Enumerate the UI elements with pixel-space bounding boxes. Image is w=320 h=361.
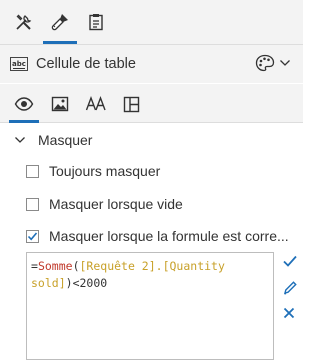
close-icon: [283, 307, 295, 319]
formula-line-1: =Somme([Requête 2].[Quantity: [31, 258, 269, 275]
paintbrush-icon: [51, 14, 68, 31]
edit-formula-button[interactable]: [282, 280, 298, 301]
formula-comparison: <2000: [72, 276, 108, 290]
eye-icon: [14, 97, 34, 111]
formula-reference: [Requête 2].[Quantity: [79, 259, 225, 273]
tools-icon: [16, 14, 32, 30]
option-label: Masquer lorsque vide: [49, 196, 183, 212]
checkmark-icon: [27, 231, 38, 240]
text-format-icon: [85, 96, 106, 111]
formula-equals: =: [31, 259, 38, 273]
always-hide-checkbox[interactable]: [26, 164, 39, 178]
pencil-icon: [284, 281, 297, 295]
layout-tab[interactable]: [116, 90, 146, 118]
formula-line-2: sold])<2000: [31, 275, 269, 292]
hide-section-header[interactable]: Masquer: [14, 129, 92, 151]
formula-editor[interactable]: =Somme([Requête 2].[Quantity sold])<2000: [26, 252, 274, 360]
option-hide-when-formula-true[interactable]: Masquer lorsque la formule est corre...: [26, 226, 289, 246]
option-label: Toujours masquer: [49, 163, 161, 179]
clipboard-icon: [89, 14, 103, 31]
option-always-hide[interactable]: Toujours masquer: [26, 161, 160, 181]
chevron-down-icon: [280, 60, 290, 66]
top-toolbar: [0, 0, 303, 45]
clear-formula-button[interactable]: [282, 306, 296, 325]
option-hide-when-empty[interactable]: Masquer lorsque vide: [26, 194, 183, 214]
palette-icon: [255, 54, 275, 72]
validate-formula-button[interactable]: [282, 254, 298, 273]
format-tab[interactable]: [43, 6, 77, 44]
formula-function: Somme: [37, 259, 73, 273]
hide-when-formula-checkbox[interactable]: [26, 229, 39, 243]
formula-reference-cont: sold]: [31, 276, 66, 290]
formula-open-paren: (: [72, 259, 80, 273]
cell-title: Cellule de table: [36, 56, 136, 72]
check-icon: [283, 255, 297, 267]
display-tab[interactable]: [9, 90, 39, 123]
format-sub-tabs: [0, 84, 303, 123]
data-tab[interactable]: [79, 6, 113, 38]
section-title: Masquer: [38, 132, 93, 148]
palette-dropdown[interactable]: [255, 54, 291, 72]
formula-close-paren: ): [65, 276, 73, 290]
background-tab[interactable]: [45, 90, 75, 118]
chevron-down-icon: [15, 137, 25, 143]
hide-when-empty-checkbox[interactable]: [26, 197, 39, 211]
text-format-tab[interactable]: [81, 90, 111, 118]
cell-header: abc Cellule de table: [0, 45, 303, 83]
image-icon: [51, 96, 69, 112]
table-cell-type-icon: abc: [10, 57, 28, 71]
option-label: Masquer lorsque la formule est corre...: [49, 228, 289, 244]
layout-icon: [123, 96, 139, 112]
tools-tab[interactable]: [7, 6, 41, 38]
